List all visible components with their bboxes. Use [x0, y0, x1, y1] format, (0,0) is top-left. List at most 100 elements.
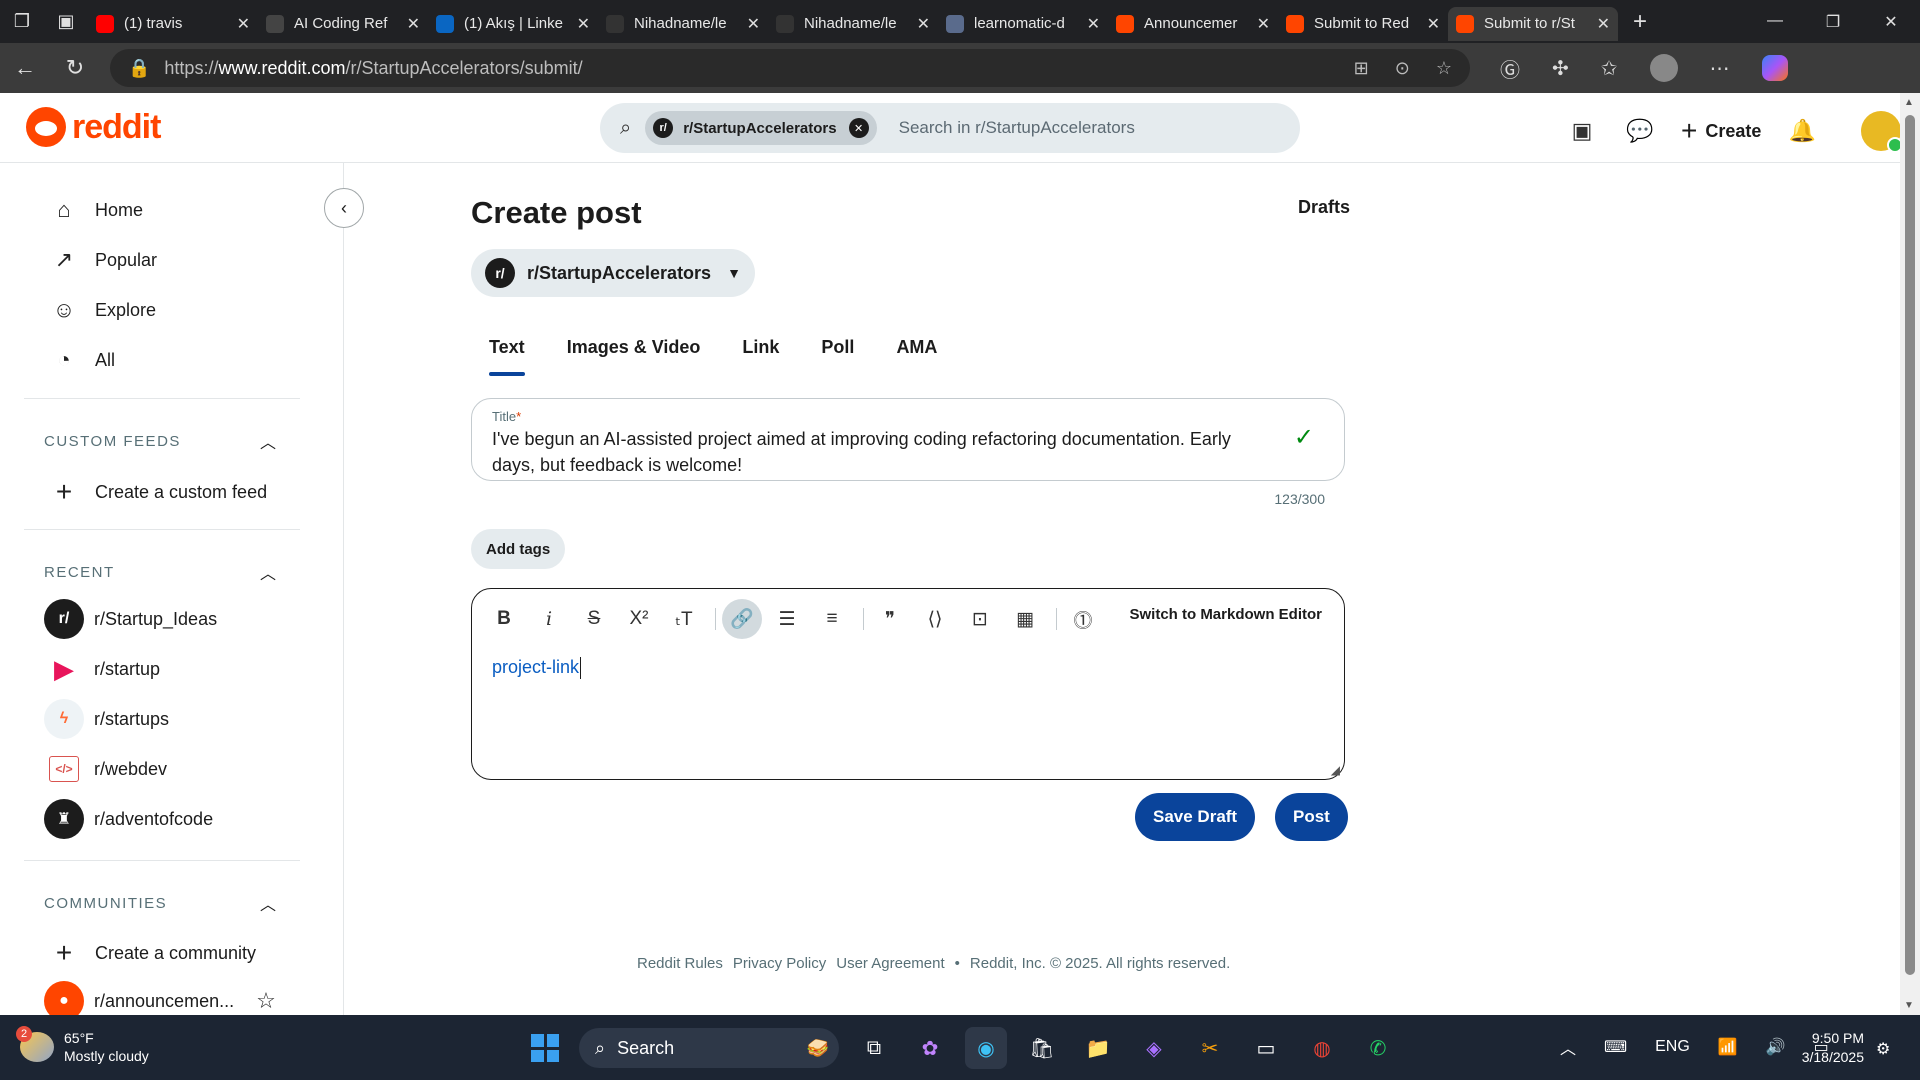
close-tab-icon[interactable]: ✕	[747, 14, 760, 34]
edge-icon[interactable]: ◉	[965, 1027, 1007, 1069]
more-tools-icon[interactable]: ⊙	[1395, 58, 1410, 79]
tab-link[interactable]: Link	[742, 337, 779, 376]
chat-icon[interactable]: 💬	[1623, 114, 1657, 148]
browser-profile-avatar[interactable]	[1649, 54, 1678, 82]
collapse-sidebar-button[interactable]: ‹	[324, 188, 364, 228]
tab-images-video[interactable]: Images & Video	[567, 337, 701, 376]
notifications-bell-icon[interactable]: 🔔	[1785, 114, 1819, 148]
close-tab-icon[interactable]: ✕	[1427, 14, 1440, 34]
scroll-down-icon[interactable]: ▼	[1904, 1000, 1914, 1011]
back-icon[interactable]: ←	[0, 55, 50, 81]
recent-item[interactable]: ♜ r/adventofcode	[44, 799, 213, 839]
body-link-text[interactable]: project-link	[492, 657, 579, 677]
weather-widget[interactable]: 2 65°F Mostly cloudy	[16, 1026, 149, 1065]
title-input[interactable]: Title* I've begun an AI-assisted project…	[471, 398, 1345, 481]
sidebar-item-popular[interactable]: ↗ Popular	[50, 246, 157, 274]
bullet-list-icon[interactable]: ☰	[767, 599, 807, 639]
add-tags-button[interactable]: Add tags	[471, 529, 566, 569]
browser-tab[interactable]: (1) Akış | Linke ✕	[428, 7, 598, 41]
store-icon[interactable]: 🛍	[1021, 1027, 1063, 1069]
tab-ama[interactable]: AMA	[896, 337, 937, 376]
grammarly-icon[interactable]: Ⓖ	[1500, 54, 1520, 83]
close-tab-icon[interactable]: ✕	[1597, 14, 1610, 34]
scroll-up-icon[interactable]: ▲	[1904, 97, 1914, 108]
save-draft-button[interactable]: Save Draft	[1135, 793, 1256, 841]
sidebar-item-explore[interactable]: ☺ Explore	[50, 296, 156, 324]
browser-tab[interactable]: AI Coding Ref ✕	[258, 7, 428, 41]
split-screen-icon[interactable]: ⊞	[1354, 58, 1369, 79]
spoiler-icon[interactable]: ⓵	[1063, 599, 1103, 639]
file-explorer-icon[interactable]: 📁	[1077, 1027, 1119, 1069]
code-icon[interactable]: ⟨⟩	[915, 599, 955, 639]
refresh-icon[interactable]: ↻	[50, 55, 100, 81]
terminal-icon[interactable]: ▭	[1245, 1027, 1287, 1069]
close-tab-icon[interactable]: ✕	[1257, 14, 1270, 34]
recent-item[interactable]: </> r/webdev	[44, 749, 167, 789]
browser-tab[interactable]: learnomatic-d ✕	[938, 7, 1108, 41]
new-tab-icon[interactable]: +	[1618, 0, 1662, 43]
body-content[interactable]: project-link	[492, 657, 582, 680]
bold-icon[interactable]: B	[484, 599, 524, 639]
favorite-star-icon[interactable]: ☆	[1436, 58, 1452, 79]
chevron-up-icon[interactable]: ︿	[1560, 1035, 1576, 1059]
numbered-list-icon[interactable]: ≡	[812, 599, 852, 639]
favorite-star-icon[interactable]: ☆	[256, 988, 276, 1014]
search-placeholder[interactable]: Search in r/StartupAccelerators	[899, 118, 1135, 138]
start-windows-icon[interactable]	[525, 1028, 565, 1068]
close-tab-icon[interactable]: ✕	[1087, 14, 1100, 34]
strikethrough-icon[interactable]: S	[574, 599, 614, 639]
create-button[interactable]: + Create	[1681, 115, 1761, 147]
scrollbar-thumb[interactable]	[1905, 115, 1915, 975]
subreddit-selector[interactable]: r/ r/StartupAccelerators ▼	[471, 249, 755, 297]
browser-tab[interactable]: Nihadname/le ✕	[598, 7, 768, 41]
task-view-icon[interactable]: ⧉	[853, 1027, 895, 1069]
chevron-up-icon[interactable]: ︿	[260, 560, 276, 584]
notification-icon[interactable]: ⚙	[1876, 1039, 1890, 1059]
favorites-icon[interactable]: ✩	[1601, 56, 1618, 81]
advertise-icon[interactable]: ▣	[1565, 114, 1599, 148]
switch-markdown-button[interactable]: Switch to Markdown Editor	[1129, 606, 1322, 623]
language-indicator[interactable]: ENG	[1655, 1038, 1690, 1056]
footer-link-rules[interactable]: Reddit Rules	[637, 955, 723, 972]
create-community[interactable]: + Create a community	[50, 937, 256, 968]
post-button[interactable]: Post	[1275, 793, 1348, 841]
sidebar-item-all[interactable]: ◔ All	[50, 346, 115, 374]
link-icon[interactable]: 🔗	[722, 599, 762, 639]
copilot-icon[interactable]	[1761, 55, 1788, 81]
close-tab-icon[interactable]: ✕	[237, 14, 250, 34]
recent-item[interactable]: r/r/Startup_Ideas	[44, 599, 217, 639]
close-tab-icon[interactable]: ✕	[407, 14, 420, 34]
search-bar[interactable]: ⌕ r/ r/StartupAccelerators ✕ Search in r…	[600, 103, 1300, 153]
url-bar[interactable]: 🔒 https://www.reddit.com/r/StartupAccele…	[110, 49, 1470, 87]
recent-item[interactable]: ▶ r/startup	[44, 649, 160, 689]
create-custom-feed[interactable]: + Create a custom feed	[50, 476, 267, 507]
minimize-icon[interactable]: —	[1746, 12, 1804, 32]
resize-handle-icon[interactable]: ◢	[1331, 763, 1340, 777]
footer-link-privacy[interactable]: Privacy Policy	[733, 955, 826, 972]
browser-tab[interactable]: Submit to Red ✕	[1278, 7, 1448, 41]
page-scrollbar[interactable]: ▲ ▼	[1900, 93, 1920, 1015]
quote-icon[interactable]: ❞	[870, 599, 910, 639]
system-clock[interactable]: 9:50 PM 3/18/2025	[1790, 1029, 1864, 1067]
chrome-icon[interactable]: ◍	[1301, 1027, 1343, 1069]
tab-actions-icon[interactable]: ▣	[44, 0, 88, 43]
title-value[interactable]: I've begun an AI-assisted project aimed …	[492, 426, 1274, 478]
browser-tab[interactable]: Announcemer ✕	[1108, 7, 1278, 41]
chevron-up-icon[interactable]: ︿	[260, 891, 276, 915]
whatsapp-icon[interactable]: ✆	[1357, 1027, 1399, 1069]
search-subreddit-chip[interactable]: r/ r/StartupAccelerators ✕	[645, 111, 877, 145]
volume-icon[interactable]: 🔊	[1766, 1037, 1786, 1057]
snipping-tool-icon[interactable]: ✂	[1189, 1027, 1231, 1069]
restore-icon[interactable]: ❐	[1804, 12, 1862, 32]
chevron-up-icon[interactable]: ︿	[260, 429, 276, 453]
user-avatar[interactable]	[1861, 111, 1904, 153]
close-tab-icon[interactable]: ✕	[917, 14, 930, 34]
tab-text[interactable]: Text	[489, 337, 525, 376]
footer-link-agreement[interactable]: User Agreement	[836, 955, 944, 972]
recent-item[interactable]: ϟ r/startups	[44, 699, 169, 739]
superscript-icon[interactable]: X²	[619, 599, 659, 639]
close-window-icon[interactable]: ✕	[1862, 12, 1920, 32]
copilot-app-icon[interactable]: ✿	[909, 1027, 951, 1069]
body-editor[interactable]: B i S X² ₜT 🔗 ☰ ≡ ❞ ⟨⟩ ⊡ ▦ ⓵ Switch to M…	[471, 588, 1345, 780]
drafts-link[interactable]: Drafts	[1298, 197, 1350, 218]
